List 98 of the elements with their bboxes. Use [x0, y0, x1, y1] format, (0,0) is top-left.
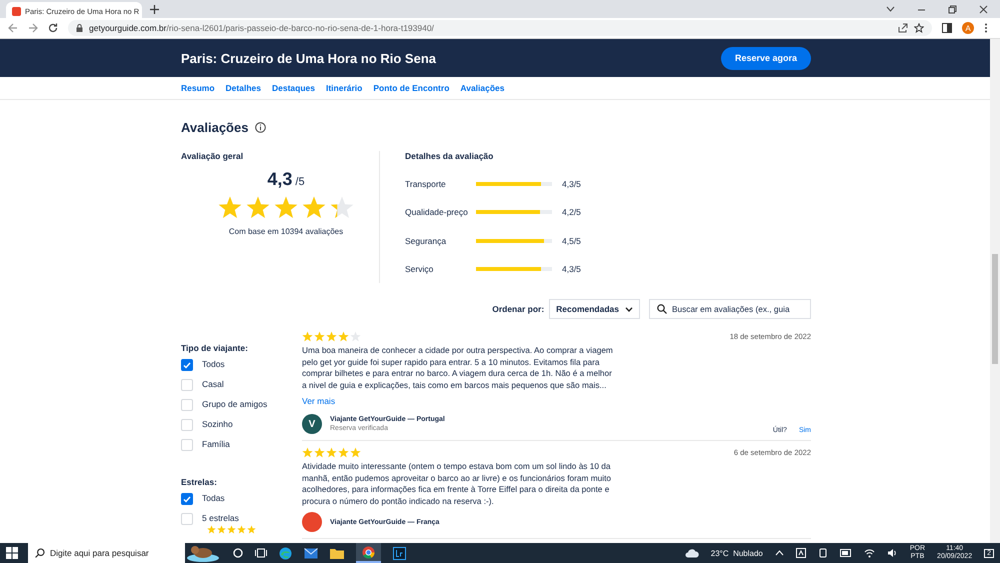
- section-link[interactable]: Resumo: [181, 83, 215, 93]
- address-bar[interactable]: getyourguide.com.br/rio-sena-l2601/paris-passeio-de-barco-no-rio-sena-de-1-hora-t193940/: [68, 20, 932, 36]
- filter-option[interactable]: Família: [202, 439, 230, 449]
- filter-option[interactable]: 5 estrelas: [202, 513, 256, 523]
- checkbox[interactable]: [181, 359, 193, 371]
- star-icon: [330, 196, 354, 219]
- section-link[interactable]: Destaques: [272, 83, 315, 93]
- tray-icon[interactable]: [818, 548, 828, 558]
- filter-option[interactable]: Todos: [202, 359, 225, 369]
- star-icon: [237, 525, 246, 534]
- reload-icon[interactable]: [48, 23, 58, 33]
- user-avatar: V: [302, 414, 322, 434]
- mail-icon[interactable]: [304, 548, 318, 558]
- filter-heading: Estrelas:: [181, 477, 218, 487]
- chrome-icon: [362, 546, 375, 558]
- weather-text[interactable]: 23°C Nublado: [710, 548, 763, 558]
- battery-icon[interactable]: [840, 549, 852, 557]
- filter-option[interactable]: Grupo de amigos: [202, 399, 268, 409]
- review-count: Com base em 10394 avaliações: [228, 227, 344, 236]
- chevron-down-icon[interactable]: [886, 6, 895, 12]
- star-icon: [217, 525, 226, 534]
- search-field[interactable]: Buscar em avaliações (ex., guia: [649, 299, 811, 319]
- side-panel-icon[interactable]: [942, 23, 952, 33]
- rating-category: Qualidade-preço: [405, 207, 469, 218]
- app-icon[interactable]: [393, 546, 406, 560]
- section-heading: Avaliações: [181, 120, 248, 135]
- filter-option[interactable]: Todas: [202, 493, 225, 503]
- checkbox[interactable]: [181, 493, 193, 505]
- site-logo-icon: [12, 6, 21, 16]
- edge-browser-icon[interactable]: [279, 546, 292, 560]
- cloud-icon: [684, 548, 699, 558]
- star-icon: [314, 331, 325, 342]
- caret-icon: [625, 306, 633, 312]
- restore-icon[interactable]: [948, 4, 957, 14]
- folder-icon[interactable]: [330, 548, 344, 558]
- otter-drawing: [185, 544, 221, 562]
- rating-category: Transporte: [405, 179, 447, 190]
- rating-value: 4,5/5: [562, 236, 581, 246]
- star-icon: [326, 447, 337, 458]
- star-icon: [274, 196, 298, 219]
- back-icon[interactable]: [8, 23, 18, 33]
- new-tab-icon[interactable]: [150, 4, 159, 14]
- chevron-up-icon[interactable]: [774, 550, 784, 556]
- star-icon: [338, 331, 349, 342]
- star-icon: [207, 525, 216, 534]
- star-icon: [338, 447, 349, 458]
- star-icon: [326, 331, 337, 342]
- filter-heading: Tipo de viajante:: [181, 343, 249, 353]
- star-icon[interactable]: [914, 23, 924, 33]
- rating-value: 4,2/5: [562, 207, 581, 218]
- info-icon[interactable]: [255, 122, 266, 133]
- forward-icon[interactable]: [28, 23, 38, 33]
- page-title: Paris: Cruzeiro de Uma Hora no Rio Sena: [181, 50, 436, 66]
- section-link[interactable]: Detalhes: [226, 83, 261, 93]
- star-icon: [350, 331, 361, 342]
- share-icon[interactable]: [898, 23, 908, 33]
- book-now-button[interactable]: Reserve agora: [720, 46, 811, 70]
- sort-label: Ordenar por:: [492, 304, 544, 314]
- filter-option[interactable]: Sozinho: [202, 419, 233, 429]
- chrome-taskbar-button[interactable]: [356, 543, 381, 563]
- section-link[interactable]: Itinerário: [326, 83, 362, 93]
- star-icon: [246, 196, 270, 219]
- search-icon: [657, 304, 667, 314]
- lock-icon: [76, 24, 83, 32]
- rating-category: Serviço: [405, 264, 434, 274]
- star-icon: [314, 447, 325, 458]
- rating-value: 4,3/5: [562, 179, 581, 190]
- cortana-icon[interactable]: [233, 548, 243, 558]
- scrollbar[interactable]: [990, 39, 1000, 543]
- star-icon: [302, 331, 313, 342]
- wifi-icon[interactable]: [864, 548, 875, 558]
- more-menu-icon[interactable]: [984, 23, 988, 33]
- search-icon: [35, 548, 45, 558]
- filter-option[interactable]: Casal: [202, 379, 224, 389]
- section-link[interactable]: Avaliações: [460, 83, 504, 93]
- rating-value: 4,3/5: [562, 264, 581, 274]
- star-icon: [218, 196, 242, 219]
- windows-start-icon[interactable]: [6, 547, 18, 559]
- sort-dropdown[interactable]: Recomendadas: [549, 299, 640, 319]
- star-icon: [350, 447, 361, 458]
- star-icon: [227, 525, 236, 534]
- overall-label: Avaliação geral: [181, 151, 244, 161]
- review-text: Uma boa maneira de conhecer a cidade por outra perspectiva. Ao comprar a viagem pelo get yor guide foi super rapido para entrar. 5 a 10 minutos. Evitamos fila para comprar bilhetes e para entrar no barco. A viagem dura cerca de 1h. Não é a melhor a nivel de guia e explicações, tais como em barcos mais pequenos que são mais...: [302, 345, 614, 391]
- star-icon: [247, 525, 256, 534]
- star-icon: [302, 196, 326, 219]
- tray-icon[interactable]: [796, 548, 806, 558]
- section-link[interactable]: Ponto de Encontro: [373, 83, 450, 93]
- read-more-link[interactable]: Ver mais: [302, 396, 336, 406]
- score-max: /5: [295, 176, 305, 188]
- overall-score: 4,3: [267, 169, 292, 190]
- task-view-icon[interactable]: [255, 548, 267, 558]
- details-label: Detalhes da avaliação: [405, 151, 494, 161]
- review-text: Atividade muito interessante (ontem o tempo estava bom com um sol lindo às 10 da manhã, então pudemos aproveitar o barco ao ar livre) e os funcionários foram muito acolhedores, para informações fica em frente à Torre Eiffel para o direita da ponte e procura o número do pontão indicado na reserva :-).: [302, 461, 612, 507]
- star-icon: [302, 447, 313, 458]
- speaker-icon[interactable]: [886, 548, 898, 558]
- taskbar-search-field[interactable]: Digite aqui para pesquisar: [28, 543, 185, 563]
- rating-category: Segurança: [405, 236, 448, 246]
- close-icon[interactable]: [979, 4, 988, 14]
